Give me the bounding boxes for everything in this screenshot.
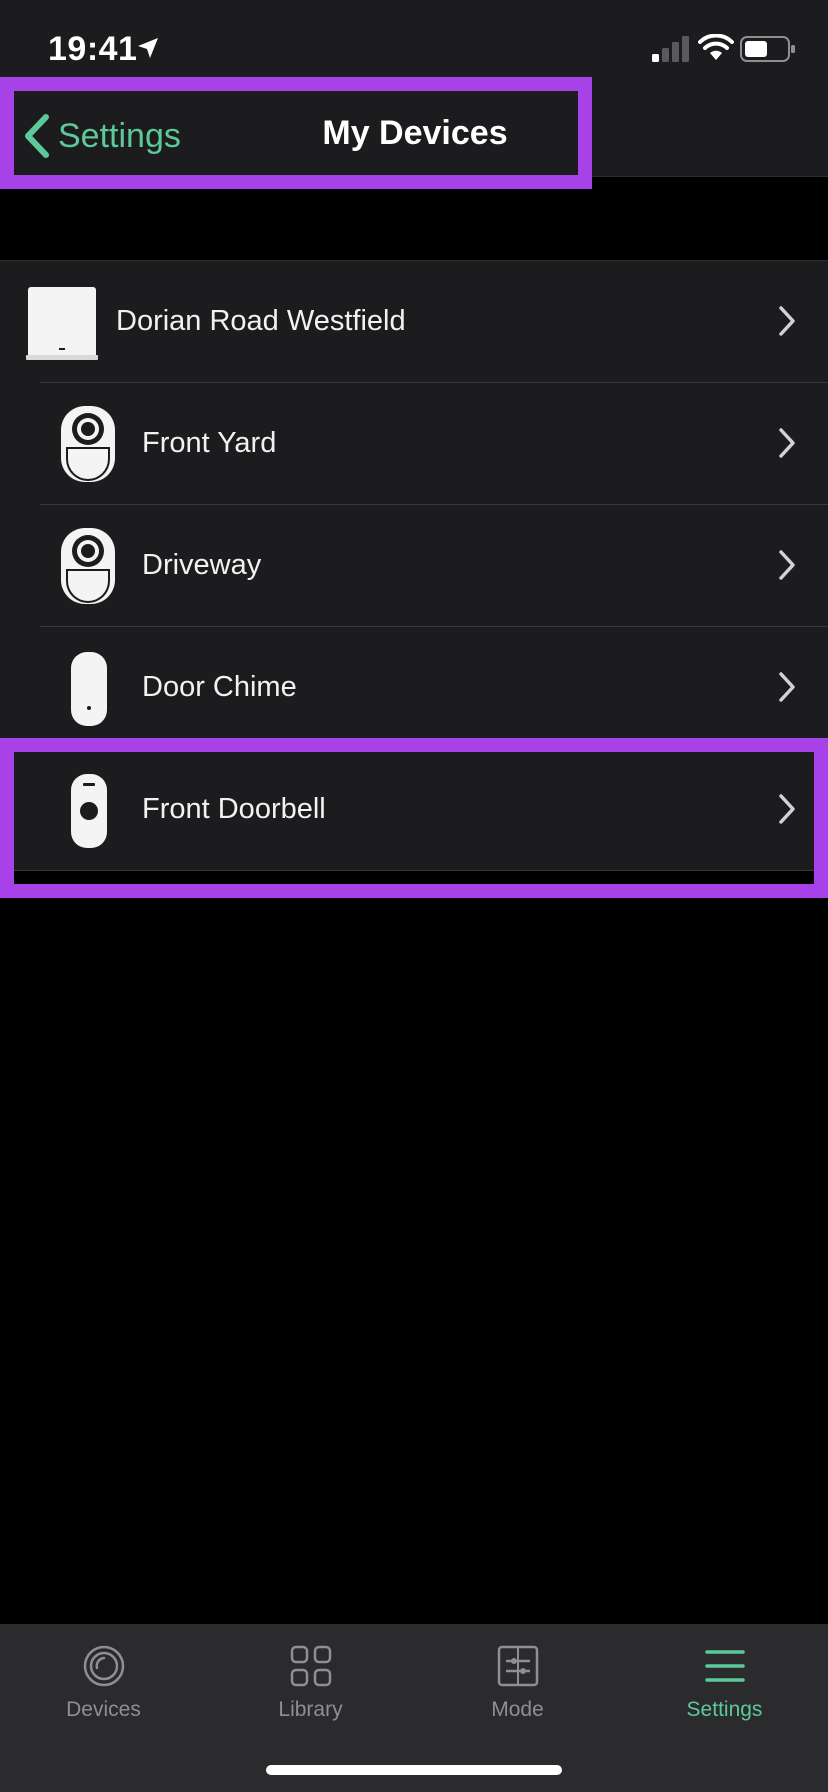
chevron-right-icon	[779, 550, 795, 580]
chevron-right-icon	[779, 794, 795, 824]
device-row-door-chime[interactable]: Door Chime	[0, 627, 828, 749]
tab-library[interactable]: Library	[207, 1624, 414, 1744]
device-label: Front Yard	[142, 427, 277, 459]
status-bar: 19:41	[0, 0, 828, 100]
chevron-right-icon	[779, 306, 795, 336]
device-row-front-yard[interactable]: Front Yard	[0, 383, 828, 505]
tab-mode[interactable]: Mode	[414, 1624, 621, 1744]
back-button-label: Settings	[58, 116, 181, 155]
device-label: Dorian Road Westfield	[116, 305, 406, 337]
tab-label: Devices	[66, 1698, 141, 1721]
chevron-right-icon	[779, 672, 795, 702]
wifi-icon	[698, 34, 734, 60]
tab-label: Mode	[491, 1698, 544, 1721]
tab-devices[interactable]: Devices	[0, 1624, 207, 1744]
tab-settings[interactable]: Settings	[621, 1624, 828, 1744]
nav-bar: Settings My Devices	[0, 100, 828, 177]
device-row-driveway[interactable]: Driveway	[0, 505, 828, 627]
page-title: My Devices	[322, 114, 508, 152]
device-row-front-doorbell[interactable]: Front Doorbell	[0, 749, 828, 871]
tab-label: Settings	[686, 1698, 763, 1721]
back-button[interactable]: Settings	[22, 108, 181, 164]
camera-icon	[61, 528, 115, 604]
base-station-icon	[26, 287, 98, 360]
location-arrow-icon	[138, 38, 158, 58]
device-label: Driveway	[142, 549, 262, 581]
device-label: Door Chime	[142, 671, 297, 703]
chime-icon	[71, 652, 107, 726]
status-time: 19:41	[48, 30, 138, 68]
device-list: Dorian Road Westfield Front Yard Drivewa…	[0, 260, 828, 871]
chevron-left-icon	[25, 114, 49, 158]
camera-lens-icon	[83, 1645, 124, 1687]
doorbell-icon	[71, 774, 107, 848]
cellular-signal-icon	[652, 36, 689, 62]
tab-label: Library	[278, 1698, 343, 1721]
camera-icon	[61, 406, 115, 482]
grid-icon	[290, 1645, 331, 1687]
battery-icon	[740, 36, 795, 62]
sliders-icon	[497, 1645, 538, 1687]
chevron-right-icon	[779, 428, 795, 458]
menu-icon	[704, 1650, 745, 1682]
home-indicator[interactable]	[266, 1765, 562, 1775]
device-row-dorian-road-westfield[interactable]: Dorian Road Westfield	[0, 261, 828, 383]
device-label: Front Doorbell	[142, 793, 326, 825]
